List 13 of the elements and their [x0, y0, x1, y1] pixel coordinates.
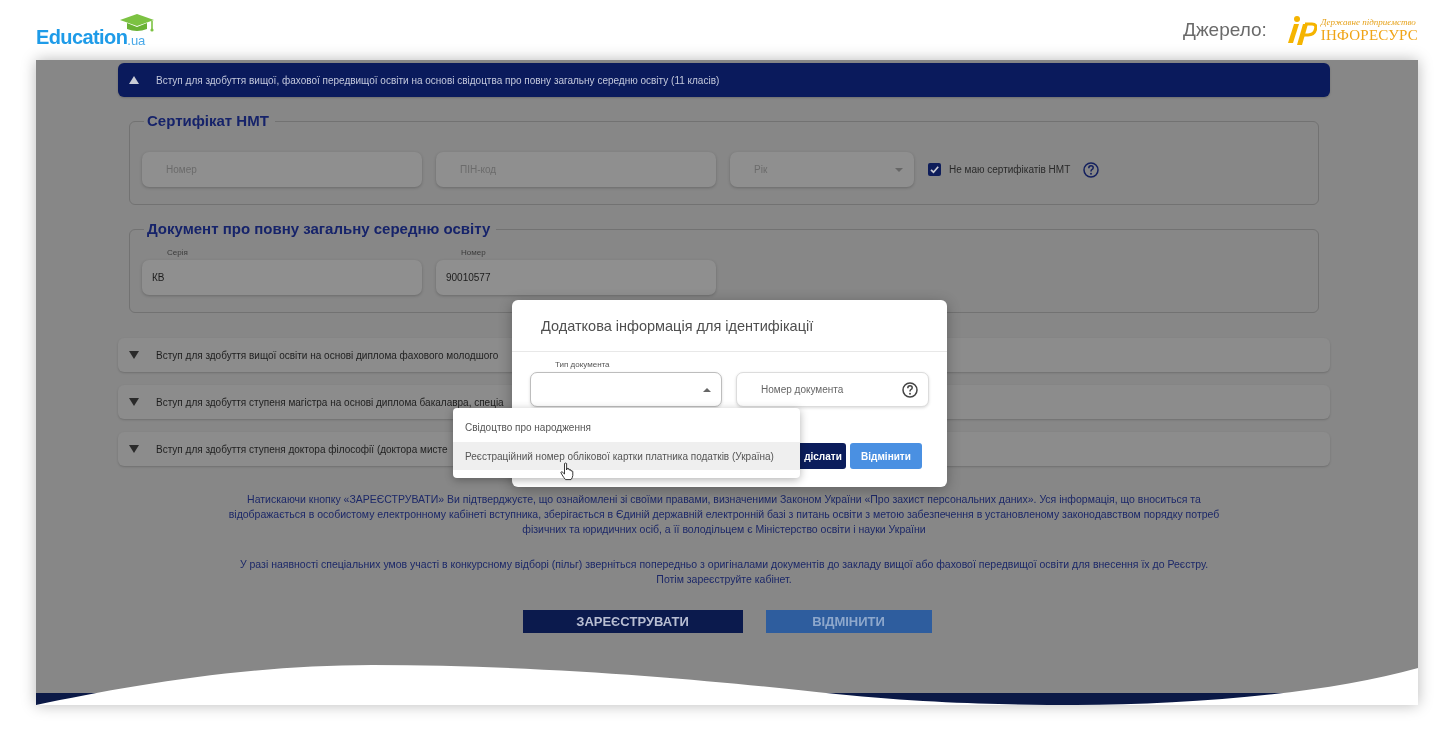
brand-domain-text: .ua: [127, 34, 146, 47]
organization-type-text: Державне підприємство: [1320, 17, 1416, 27]
organization-name-text: ІНФОРЕСУРС: [1320, 27, 1418, 43]
source-label: Джерело:: [1183, 19, 1267, 41]
field-label: Серія: [166, 248, 189, 258]
field-label: Тип документа: [554, 360, 611, 370]
group-title: Документ про повну загальну середню освіту: [146, 220, 492, 238]
notice-text: У разі наявності спеціальних умов участі в конкурсному відборі (пільг) зверніться попередньо з оригіналами документів до закладу вищої або фахової передвищої освіти для внесення їх до Реєстру. Потім зареєструйте кабінет.: [238, 557, 1210, 587]
notice-text: Натискаючи кнопку «ЗАРЕЄСТРУВАТИ» Ви підтверджуєте, що ознайомлені зі своїми правами, визначеними Законом України «Про захист персональних даних». Уся інформація, що вноситься та відображається в особистому електронному кабінеті вступника, зберігається в Єдиній державній електронній базі з питань освіти з метою забезпечення в установленому законодавством порядку потреб фізичних та юридичних осіб, а її володільцем є Міністерство освіти і науки України: [228, 492, 1220, 537]
group-title: Сертифікат НМТ: [146, 112, 270, 130]
field-label: Номер: [460, 248, 487, 258]
dialog-title: Додаткова інформація для ідентифікації: [541, 317, 814, 334]
checkbox-label: Не маю сертифікатів НМТ: [949, 164, 1071, 175]
